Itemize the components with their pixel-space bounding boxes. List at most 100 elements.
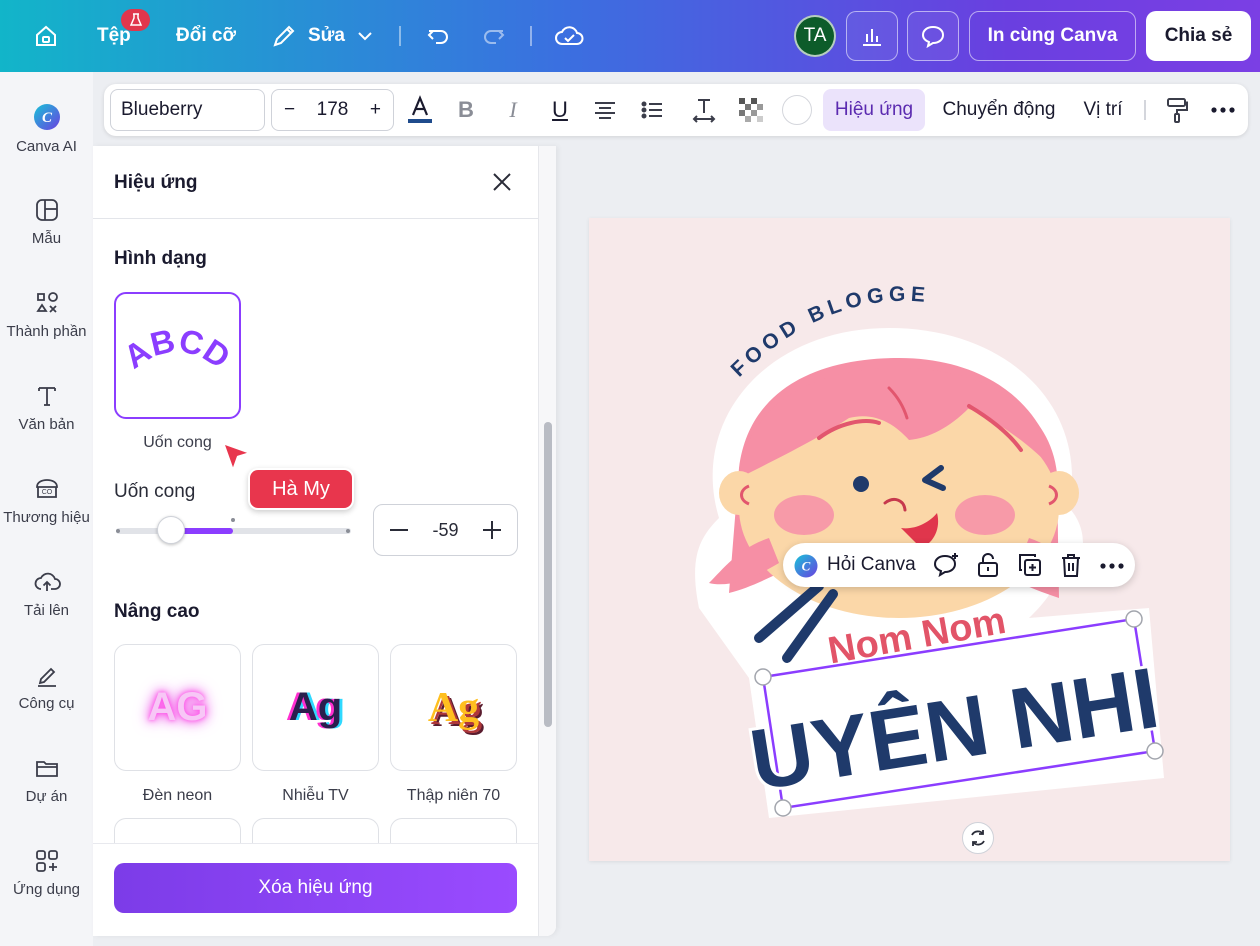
sidebar-label: Ứng dụng bbox=[12, 881, 81, 898]
text-color-button[interactable] bbox=[402, 84, 438, 136]
spacing-button[interactable] bbox=[688, 84, 720, 136]
bold-icon: B bbox=[458, 97, 474, 122]
resize-label: Đổi cỡ bbox=[176, 25, 236, 46]
avatar[interactable]: TA bbox=[794, 15, 836, 57]
comment-icon bbox=[921, 25, 945, 49]
bold-button[interactable]: B bbox=[451, 84, 481, 136]
color-swatch-button[interactable] bbox=[780, 84, 814, 136]
rotate-handle[interactable] bbox=[962, 822, 994, 854]
canva-ai-icon: C bbox=[33, 104, 60, 130]
sidebar-label: Tải lên bbox=[23, 602, 70, 619]
home-icon[interactable] bbox=[32, 0, 60, 72]
position-button[interactable]: Vị trí bbox=[1078, 84, 1128, 136]
divider bbox=[530, 26, 532, 46]
slider-tick bbox=[346, 529, 350, 533]
plus-icon[interactable] bbox=[481, 519, 503, 541]
folder-icon bbox=[35, 761, 58, 777]
retro-effect-card[interactable]: Ag bbox=[390, 644, 517, 771]
close-icon[interactable] bbox=[490, 170, 514, 194]
curve-slider-track[interactable] bbox=[116, 528, 351, 534]
scroll-thumb[interactable] bbox=[544, 422, 552, 727]
text-toolbar: Blueberry − 178 + B I U Hiệu ứng Chuyển … bbox=[104, 84, 1248, 136]
curve-effect-card[interactable]: ABCD bbox=[114, 292, 241, 419]
ask-canva-button[interactable]: Hỏi Canva bbox=[827, 554, 916, 576]
insights-button[interactable] bbox=[846, 11, 898, 61]
chevron-down-icon bbox=[358, 32, 372, 41]
italic-button[interactable]: I bbox=[498, 84, 528, 136]
comment-add-icon[interactable] bbox=[933, 552, 961, 578]
sidebar-item-projects[interactable]: Dự án bbox=[0, 754, 93, 805]
curve-value-input[interactable]: -59 bbox=[432, 520, 458, 541]
top-bar: Tệp Đổi cỡ Sửa TA In cùng Canva Chia sẻ bbox=[0, 0, 1260, 72]
minus-icon[interactable] bbox=[388, 519, 410, 541]
effects-button[interactable]: Hiệu ứng bbox=[823, 89, 925, 131]
panel-footer: Xóa hiệu ứng bbox=[93, 843, 538, 936]
sidebar-item-apps[interactable]: Ứng dụng bbox=[0, 847, 93, 898]
font-family-dropdown[interactable]: Blueberry bbox=[110, 89, 265, 131]
sidebar-label: Công cụ bbox=[18, 695, 75, 712]
edit-menu[interactable]: Sửa bbox=[270, 0, 375, 72]
cloud-saved-icon[interactable] bbox=[554, 0, 584, 72]
underline-button[interactable]: U bbox=[545, 84, 575, 136]
design-canvas[interactable]: FOOD BLOGGER Nom Nom UYÊN NHI bbox=[589, 218, 1230, 861]
draw-tools-icon bbox=[37, 667, 56, 687]
sidebar-item-templates[interactable]: Mẫu bbox=[0, 196, 93, 247]
retro-preview-text: Ag bbox=[427, 684, 480, 731]
color-circle-icon bbox=[782, 95, 812, 125]
shapes-icon bbox=[35, 292, 58, 313]
sidebar-item-canva-ai[interactable]: C Canva AI bbox=[0, 102, 93, 155]
more-options-button[interactable] bbox=[1207, 84, 1239, 136]
print-with-canva-button[interactable]: In cùng Canva bbox=[969, 11, 1136, 61]
curve-slider-thumb[interactable] bbox=[157, 516, 185, 544]
bullet-list-icon bbox=[641, 101, 662, 119]
undo-icon[interactable] bbox=[424, 0, 452, 72]
pencil-icon bbox=[273, 25, 295, 47]
decrease-size-button[interactable]: − bbox=[284, 99, 295, 121]
text-icon bbox=[37, 387, 56, 406]
flask-badge-icon bbox=[121, 9, 150, 31]
slider-center-tick bbox=[231, 518, 235, 522]
transparency-button[interactable] bbox=[736, 84, 766, 136]
panel-scrollbar[interactable] bbox=[538, 146, 556, 936]
svg-text:CO: CO bbox=[41, 489, 52, 496]
bar-chart-icon bbox=[863, 29, 881, 46]
font-size-value[interactable]: 178 bbox=[317, 99, 349, 121]
list-button[interactable] bbox=[637, 84, 667, 136]
sidebar-item-text[interactable]: Văn bản bbox=[0, 382, 93, 433]
glitch-label: Nhiễu TV bbox=[282, 787, 349, 804]
position-label: Vị trí bbox=[1083, 99, 1123, 120]
share-button[interactable]: Chia sẻ bbox=[1146, 11, 1251, 61]
canva-ai-icon[interactable]: C bbox=[793, 553, 819, 579]
lock-icon[interactable] bbox=[976, 552, 1000, 578]
sidebar-label: Văn bản bbox=[18, 416, 75, 433]
copy-style-button[interactable] bbox=[1162, 84, 1192, 136]
paint-roller-icon bbox=[1167, 98, 1188, 123]
duplicate-icon[interactable] bbox=[1017, 552, 1043, 578]
sidebar-item-brand[interactable]: CO Thương hiệu bbox=[0, 475, 93, 526]
animate-button[interactable]: Chuyển động bbox=[938, 84, 1060, 136]
trash-icon[interactable] bbox=[1059, 552, 1083, 578]
slider-tick bbox=[116, 529, 120, 533]
left-sidebar: C Canva AI Mẫu Thành phần Văn bản CO Thư… bbox=[0, 72, 93, 946]
redo-icon[interactable] bbox=[480, 0, 508, 72]
template-icon bbox=[35, 199, 58, 221]
more-horizontal-icon[interactable] bbox=[1099, 562, 1125, 570]
divider bbox=[399, 26, 401, 46]
sidebar-item-uploads[interactable]: Tải lên bbox=[0, 568, 93, 619]
increase-size-button[interactable]: + bbox=[370, 99, 381, 121]
resize-button[interactable]: Đổi cỡ bbox=[176, 0, 236, 72]
italic-icon: I bbox=[509, 97, 517, 122]
curve-preview-text: ABCD bbox=[117, 321, 237, 375]
remove-effects-button[interactable]: Xóa hiệu ứng bbox=[114, 863, 517, 913]
collaborator-cursor-icon bbox=[221, 441, 253, 473]
neon-effect-card[interactable]: AG bbox=[114, 644, 241, 771]
glitch-effect-card[interactable]: Ag bbox=[252, 644, 379, 771]
sidebar-label: Canva AI bbox=[16, 138, 77, 155]
font-name: Blueberry bbox=[121, 99, 203, 120]
sidebar-item-elements[interactable]: Thành phần bbox=[0, 289, 93, 340]
svg-text:ABCD: ABCD bbox=[117, 321, 237, 375]
advanced-heading: Nâng cao bbox=[114, 601, 200, 622]
sidebar-item-tools[interactable]: Công cụ bbox=[0, 661, 93, 712]
align-button[interactable] bbox=[590, 84, 620, 136]
comments-button[interactable] bbox=[907, 11, 959, 61]
